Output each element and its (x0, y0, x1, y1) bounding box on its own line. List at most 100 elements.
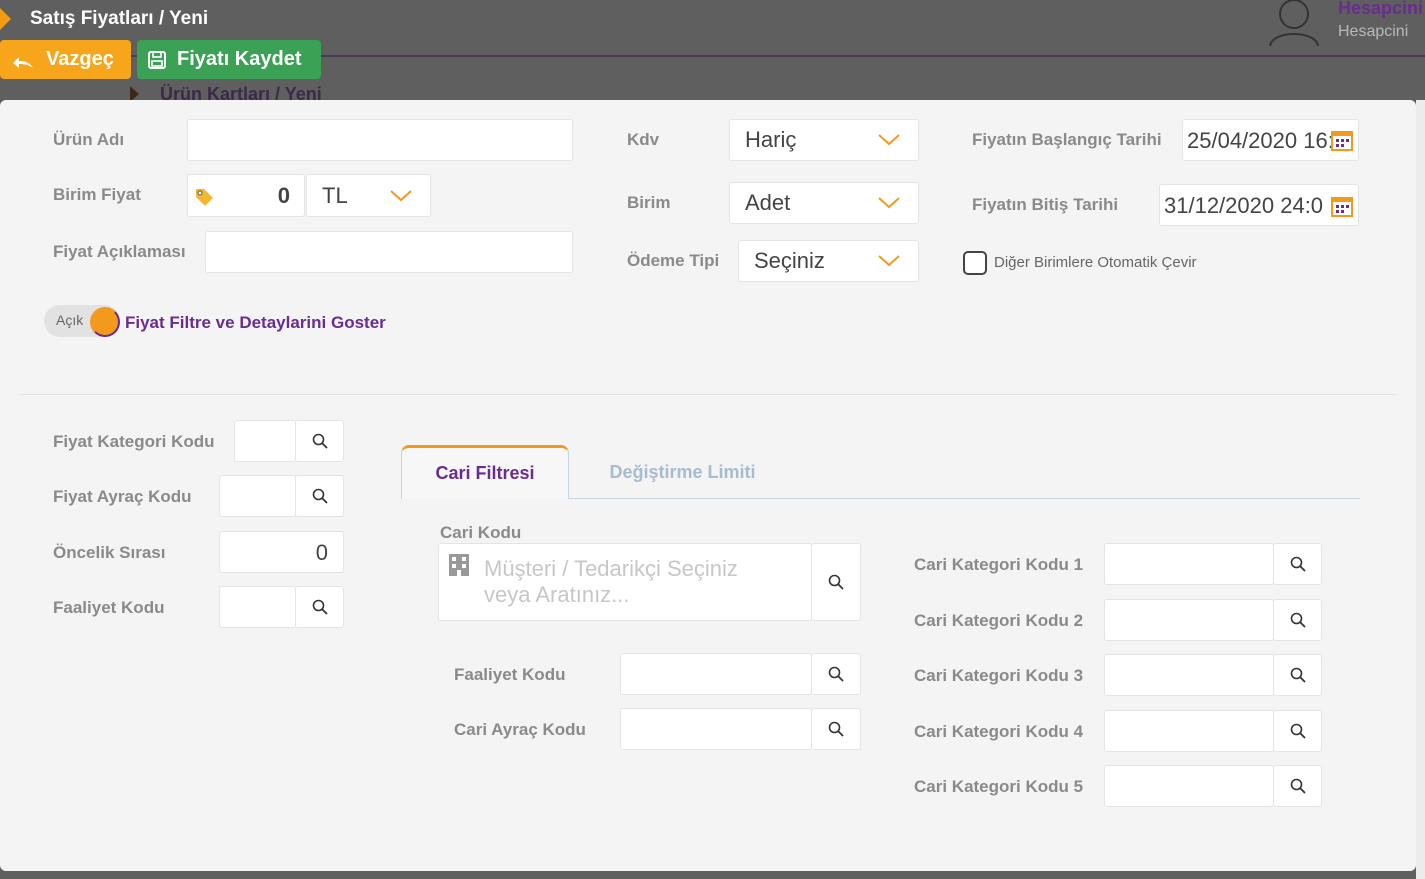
price-separator-search-button[interactable] (295, 475, 344, 517)
price-description-input[interactable] (205, 231, 573, 273)
section-divider (20, 394, 1396, 395)
unit-select[interactable]: Adet (729, 182, 919, 224)
cari-category-3-label: Cari Kategori Kodu 3 (914, 666, 1084, 685)
cari-category-4-search-button[interactable] (1273, 710, 1322, 752)
cari-placeholder-line2: veya Aratınız... (484, 582, 630, 607)
cari-category-5-search-button[interactable] (1273, 765, 1322, 807)
cari-category-2-input[interactable] (1104, 599, 1274, 641)
price-tag-icon (196, 189, 213, 206)
search-icon (312, 433, 328, 449)
product-name-label: Ürün Adı (53, 130, 125, 149)
payment-type-value: Seçiniz (754, 248, 825, 273)
price-category-input[interactable] (234, 420, 296, 462)
building-icon (449, 554, 469, 576)
show-filter-details-link[interactable]: Fiyat Filtre ve Detaylarini Goster (125, 313, 386, 333)
kdv-select[interactable]: Hariç (729, 119, 919, 161)
cari-placeholder-line1: Müşteri / Tedarikçi Seçiniz (484, 556, 738, 581)
priority-label: Öncelik Sırası (53, 543, 166, 562)
title-arrow-icon (0, 8, 11, 30)
chevron-down-icon (390, 189, 412, 201)
unit-value: Adet (745, 190, 791, 215)
auto-convert-checkbox[interactable] (963, 251, 987, 275)
cari-category-4-label: Cari Kategori Kodu 4 (914, 722, 1084, 741)
price-description-label: Fiyat Açıklaması (53, 242, 186, 261)
save-price-button[interactable]: Fiyatı Kaydet (137, 40, 321, 79)
cari-category-5-label: Cari Kategori Kodu 5 (914, 777, 1084, 796)
toggle-knob[interactable] (90, 307, 120, 337)
calendar-icon[interactable] (1330, 194, 1354, 218)
search-icon (828, 666, 844, 682)
kdv-value: Hariç (745, 127, 797, 152)
price-separator-label: Fiyat Ayraç Kodu (53, 487, 192, 506)
currency-value: TL (322, 182, 348, 208)
cari-category-3-search-button[interactable] (1273, 654, 1322, 696)
page-title: Satış Fiyatları / Yeni (30, 8, 209, 29)
chevron-down-icon (878, 134, 900, 146)
search-icon (1290, 556, 1306, 572)
cari-category-3-input[interactable] (1104, 654, 1274, 696)
cari-category-1-label: Cari Kategori Kodu 1 (914, 555, 1084, 574)
save-label: Fiyatı Kaydet (177, 48, 302, 70)
user-name[interactable]: Hesapcini (1338, 0, 1423, 19)
search-icon (1290, 667, 1306, 683)
price-category-label: Fiyat Kategori Kodu (53, 432, 215, 451)
cari-activity-label: Faaliyet Kodu (454, 665, 566, 684)
user-avatar-icon[interactable] (1266, 0, 1322, 48)
tab-underline (569, 498, 1360, 499)
search-icon (1290, 778, 1306, 794)
cari-category-5-input[interactable] (1104, 765, 1274, 807)
search-icon (828, 574, 844, 590)
auto-convert-label: Diğer Birimlere Otomatik Çevir (994, 254, 1197, 271)
payment-type-select[interactable]: Seçiniz (738, 240, 919, 282)
cari-category-2-search-button[interactable] (1273, 599, 1322, 641)
end-date-value: 31/12/2020 24:0 (1164, 193, 1324, 218)
cari-code-search-button[interactable] (811, 543, 861, 621)
activity-code-search-button[interactable] (295, 586, 344, 628)
kdv-label: Kdv (627, 130, 660, 149)
unit-price-value: 0 (277, 183, 290, 208)
priority-value: 0 (315, 540, 328, 565)
cari-code-input[interactable]: Müşteri / Tedarikçi Seçiniz veya Aratını… (438, 543, 812, 621)
undo-icon (13, 56, 33, 68)
currency-select[interactable]: TL (306, 174, 431, 217)
cari-activity-input[interactable] (620, 653, 812, 695)
priority-input[interactable]: 0 (219, 531, 344, 573)
cancel-button[interactable]: Vazgeç (0, 40, 131, 79)
activity-code-input[interactable] (219, 586, 296, 628)
tab-change-limit[interactable]: Değiştirme Limiti (575, 448, 790, 496)
unit-price-label: Birim Fiyat (53, 185, 141, 204)
chevron-down-icon (878, 197, 900, 209)
start-date-value: 25/04/2020 16: (1187, 128, 1334, 153)
cari-separator-input[interactable] (620, 708, 812, 750)
cari-separator-label: Cari Ayraç Kodu (454, 720, 586, 739)
calendar-icon[interactable] (1330, 128, 1354, 152)
search-icon (828, 721, 844, 737)
price-category-search-button[interactable] (295, 420, 344, 462)
payment-type-label: Ödeme Tipi (627, 251, 720, 270)
cari-code-label: Cari Kodu (440, 523, 522, 542)
unit-label: Birim (627, 193, 671, 212)
tab-cari-filter[interactable]: Cari Filtresi (401, 445, 569, 499)
cari-separator-search-button[interactable] (811, 708, 861, 750)
cari-category-2-label: Cari Kategori Kodu 2 (914, 611, 1084, 630)
search-icon (312, 488, 328, 504)
end-date-input[interactable]: 31/12/2020 24:0 (1159, 184, 1359, 226)
cancel-label: Vazgeç (46, 48, 114, 70)
product-name-input[interactable] (187, 119, 573, 161)
activity-code-label: Faaliyet Kodu (53, 598, 165, 617)
chevron-down-icon (878, 255, 900, 267)
search-icon (312, 599, 328, 615)
cari-category-4-input[interactable] (1104, 710, 1274, 752)
end-date-label: Fiyatın Bitiş Tarihi (972, 195, 1119, 214)
start-date-label: Fiyatın Başlangıç Tarihi (972, 130, 1162, 149)
start-date-input[interactable]: 25/04/2020 16: (1182, 119, 1359, 161)
cari-category-1-search-button[interactable] (1273, 543, 1322, 585)
price-separator-input[interactable] (219, 475, 296, 517)
search-icon (1290, 723, 1306, 739)
unit-price-input[interactable]: 0 (187, 174, 305, 217)
cari-activity-search-button[interactable] (811, 653, 861, 695)
toggle-state-label: Açık (56, 312, 84, 328)
background-strip (1416, 100, 1425, 879)
cari-category-1-input[interactable] (1104, 543, 1274, 585)
user-subtitle: Hesapcini (1338, 23, 1409, 40)
